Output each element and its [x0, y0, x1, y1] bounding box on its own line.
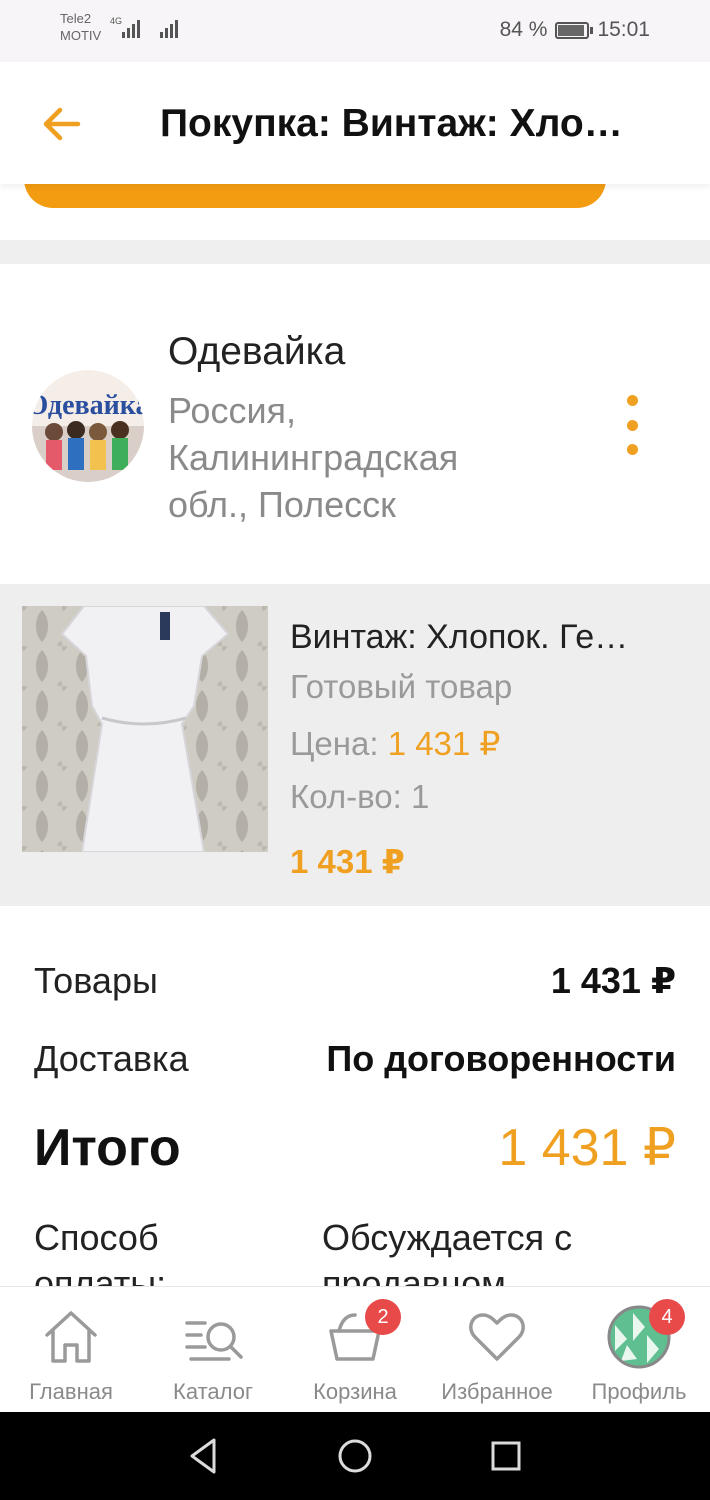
seller-location: Россия, Калининградская обл., Полесск [168, 390, 459, 525]
product-type: Готовый товар [290, 668, 513, 705]
order-item[interactable]: Винтаж: Хлопок. Ге… Готовый товар Цена: … [0, 584, 710, 906]
nav-home-label: Главная [29, 1379, 113, 1404]
nav-favorites-label: Избранное [441, 1379, 553, 1404]
status-right: 84 % 15:01 [500, 18, 650, 42]
total-label: Итого [34, 1119, 181, 1177]
bottom-nav: Главная Каталог 2 Корзина Избранное 4 Пр… [0, 1286, 710, 1412]
page-title: Покупка: Винтаж: Хло… [160, 102, 623, 145]
price-value: 1 431 ₽ [387, 725, 501, 762]
delivery-label: Доставка [34, 1038, 189, 1079]
profile-avatar-icon: 4 [607, 1299, 685, 1369]
goods-value: 1 431 ₽ [550, 960, 676, 1001]
catalog-search-icon [181, 1305, 245, 1369]
signal-icon: 4G [110, 16, 140, 38]
nav-catalog-label: Каталог [173, 1379, 253, 1404]
nav-profile[interactable]: 4 Профиль [568, 1287, 710, 1412]
carrier-name: Tele2 [60, 11, 92, 26]
qty-value: 1 [410, 778, 430, 815]
product-name[interactable]: Винтаж: Хлопок. Ге… [290, 618, 670, 657]
back-triangle-icon[interactable] [182, 1434, 226, 1478]
profile-badge: 4 [649, 1299, 685, 1335]
basket-icon: 2 [323, 1299, 401, 1369]
arrow-left-icon[interactable] [40, 102, 84, 146]
system-nav-bar [0, 1412, 710, 1500]
goods-label: Товары [34, 960, 158, 1001]
total-value: 1 431 ₽ [498, 1119, 676, 1177]
more-vertical-icon[interactable] [616, 395, 648, 455]
cart-badge: 2 [365, 1299, 401, 1335]
nav-favorites[interactable]: Избранное [426, 1287, 568, 1412]
clock: 15:01 [597, 18, 650, 41]
seller-avatar[interactable]: Одевайка [32, 370, 144, 482]
carrier-sub: MOTIV [60, 28, 102, 43]
status-bar: Tele2 MOTIV 4G 84 % 15:01 [0, 0, 710, 62]
nav-home[interactable]: Главная [0, 1287, 142, 1412]
nav-profile-label: Профиль [591, 1379, 687, 1404]
screen: Tele2 MOTIV 4G 84 % 15:01 Покупка: Винта… [0, 0, 710, 1500]
qty-label: Кол-во: [290, 778, 402, 815]
product-image[interactable] [22, 606, 268, 852]
product-total: 1 431 ₽ [290, 843, 405, 880]
recents-square-icon[interactable] [484, 1434, 528, 1478]
network-type: 4G [110, 16, 123, 26]
app-header: Покупка: Винтаж: Хло… [0, 62, 710, 184]
heart-icon [465, 1305, 529, 1369]
seller-name[interactable]: Одевайка [168, 330, 345, 374]
nav-catalog[interactable]: Каталог [142, 1287, 284, 1412]
product-price: Цена: 1 431 ₽ [290, 724, 500, 763]
nav-cart[interactable]: 2 Корзина [284, 1287, 426, 1412]
product-quantity: Кол-во: 1 [290, 778, 429, 816]
price-label: Цена: [290, 725, 379, 762]
home-icon [39, 1305, 103, 1369]
battery-percent: 84 % [499, 18, 548, 41]
carrier-info: Tele2 MOTIV [60, 10, 101, 44]
signal-icon-2 [160, 18, 178, 38]
section-divider [0, 240, 710, 264]
nav-cart-label: Корзина [313, 1379, 397, 1404]
home-circle-icon[interactable] [333, 1434, 377, 1478]
seller-logo-text: Одевайка [32, 390, 144, 421]
battery-icon [555, 21, 594, 39]
summary-delivery-row: Доставка По договоренности [34, 1038, 676, 1080]
delivery-value: По договоренности [326, 1038, 676, 1079]
summary-goods-row: Товары 1 431 ₽ [34, 960, 676, 1002]
summary-total-row: Итого 1 431 ₽ [34, 1118, 676, 1178]
